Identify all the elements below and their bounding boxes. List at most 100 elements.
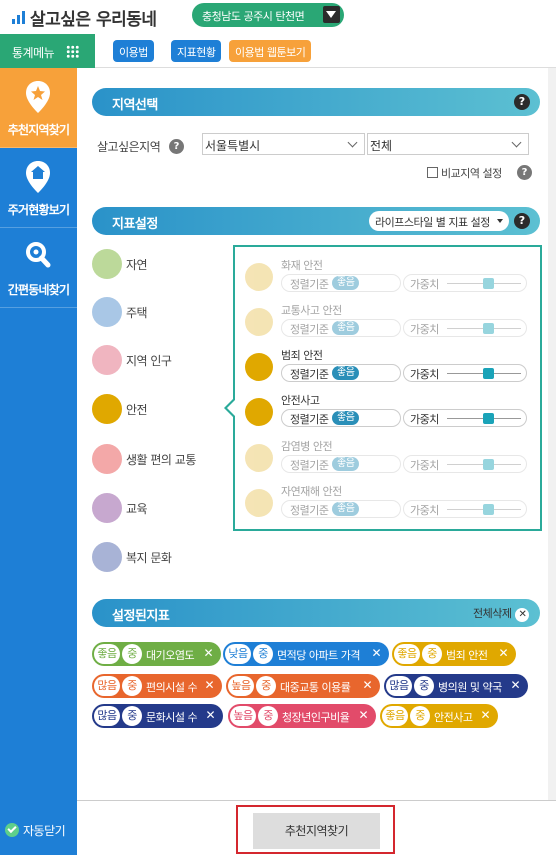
remove-tag-icon[interactable]: ✕ — [205, 708, 215, 722]
sidebar-item-easy-search[interactable]: 간편동네찾기 — [0, 228, 77, 308]
box-pointer-inner — [227, 399, 236, 417]
app-header: 살고싶은 우리동네 충청남도 공주시 탄천면 — [0, 0, 556, 34]
weight-label: 가중치 — [410, 459, 439, 472]
close-icon[interactable]: ✕ — [515, 608, 530, 622]
sidebar-item-recommend[interactable]: 추천지역찾기 — [0, 68, 77, 148]
good-pill[interactable]: 좋음 — [332, 502, 360, 516]
tag-name: 대기오염도 — [146, 649, 195, 662]
indicator-name: 자연재해 안전 — [281, 485, 342, 498]
province-select[interactable]: 서울특별시 — [202, 133, 365, 155]
remove-tag-icon[interactable]: ✕ — [204, 678, 214, 692]
how-to-use-button[interactable]: 이용법 — [113, 40, 154, 62]
sort-standard-label: 정렬기준 — [290, 323, 329, 336]
indicator-row[interactable]: 교통사고 안전 정렬기준 좋음 가중치 — [245, 302, 535, 347]
sort-standard-toggle[interactable]: 정렬기준 좋음 — [281, 319, 401, 337]
indicator-row[interactable]: 화재 안전 정렬기준 좋음 가중치 — [245, 257, 535, 302]
slider-knob[interactable] — [483, 504, 494, 515]
find-button-highlight: 추천지역찾기 — [236, 805, 395, 854]
good-pill[interactable]: 좋음 — [332, 321, 360, 335]
help-icon[interactable]: ? — [517, 165, 532, 180]
remove-tag-icon[interactable]: ✕ — [510, 678, 520, 692]
sort-standard-toggle[interactable]: 정렬기준 좋음 — [281, 500, 401, 518]
good-pill[interactable]: 좋음 — [332, 276, 360, 290]
sort-standard-label: 정렬기준 — [290, 504, 329, 517]
slider-knob[interactable] — [483, 323, 494, 334]
remove-tag-icon[interactable]: ✕ — [203, 646, 213, 660]
location-label: 충청남도 공주시 탄천면 — [202, 10, 305, 23]
selected-indicator-tag: 높음 중 대중교통 이용률 ✕ — [226, 674, 380, 698]
clear-all-button[interactable]: 전체삭제 ✕ — [473, 605, 530, 622]
category-label: 복지 문화 — [126, 551, 172, 565]
selected-section-title: 설정된지표 — [112, 609, 170, 624]
main-scrollbar[interactable] — [548, 68, 556, 800]
tag-name: 안전사고 — [434, 711, 473, 724]
help-icon[interactable]: ? — [169, 139, 184, 154]
indicator-icon — [245, 444, 273, 472]
caret-down-icon[interactable] — [323, 6, 340, 23]
tag-level: 많음 — [94, 706, 120, 726]
weight-slider[interactable]: 가중치 — [403, 319, 527, 337]
lifestyle-indicator-select[interactable]: 라이프스타일 별 지표 설정 — [369, 211, 509, 231]
compare-region-label: 비교지역 설정 — [441, 167, 502, 180]
weight-slider[interactable]: 가중치 — [403, 364, 527, 382]
slider-knob[interactable] — [483, 459, 494, 470]
selected-indicator-tag: 낮음 중 면적당 아파트 가격 ✕ — [223, 642, 389, 666]
tag-name: 문화시설 수 — [146, 711, 198, 724]
slider-knob[interactable] — [483, 368, 494, 379]
good-pill[interactable]: 좋음 — [332, 457, 360, 471]
checkbox-box[interactable] — [427, 167, 438, 178]
stats-menu-button[interactable]: 통계메뉴 — [0, 34, 95, 68]
selected-indicator-tag: 좋음 중 범죄 안전 ✕ — [392, 642, 516, 666]
weight-slider[interactable]: 가중치 — [403, 500, 527, 518]
selected-indicator-tag: 많음 중 편의시설 수 ✕ — [92, 674, 222, 698]
sort-standard-toggle[interactable]: 정렬기준 좋음 — [281, 364, 401, 382]
weight-slider[interactable]: 가중치 — [403, 274, 527, 292]
indicator-row[interactable]: 감염병 안전정렬기준 좋음 가중치 — [245, 438, 535, 483]
sort-standard-toggle[interactable]: 정렬기준 좋음 — [281, 274, 401, 292]
indicator-name: 감염병 안전 — [281, 440, 333, 453]
tag-name: 대중교통 이용률 — [280, 681, 351, 694]
selected-indicator-tag: 많음 중 병의원 및 약국 ✕ — [384, 674, 528, 698]
indicator-status-button[interactable]: 지표현황 — [171, 40, 222, 62]
remove-tag-icon[interactable]: ✕ — [358, 708, 368, 722]
remove-tag-icon[interactable]: ✕ — [498, 646, 508, 660]
tag-weight: 중 — [422, 644, 442, 664]
auto-close-toggle[interactable]: 자동닫기 — [5, 822, 66, 839]
find-recommended-button[interactable]: 추천지역찾기 — [253, 813, 380, 849]
sort-standard-toggle[interactable]: 정렬기준 좋음 — [281, 455, 401, 473]
compare-region-checkbox[interactable]: 비교지역 설정 — [427, 165, 502, 181]
auto-close-label: 자동닫기 — [23, 824, 66, 838]
indicator-icon — [245, 489, 273, 517]
check-circle-icon — [5, 823, 19, 837]
menu-bar: 통계메뉴 이용법 지표현황 이용법 웹툰보기 — [0, 34, 556, 68]
good-pill[interactable]: 좋음 — [332, 366, 360, 380]
indicator-icon — [245, 353, 273, 381]
weight-label: 가중치 — [410, 323, 439, 336]
webtoon-guide-button[interactable]: 이용법 웹툰보기 — [229, 40, 312, 62]
magnifier-icon — [26, 242, 51, 268]
slider-knob[interactable] — [483, 413, 494, 424]
tag-level: 좋음 — [394, 644, 420, 664]
tag-name: 면적당 아파트 가격 — [277, 649, 360, 662]
sort-standard-toggle[interactable]: 정렬기준 좋음 — [281, 409, 401, 427]
weight-label: 가중치 — [410, 278, 439, 291]
remove-tag-icon[interactable]: ✕ — [480, 708, 490, 722]
help-icon[interactable]: ? — [514, 213, 530, 229]
sidebar-item-housing[interactable]: 주거현황보기 — [0, 148, 77, 228]
selected-indicator-tag: 높음 중 청장년인구비율 ✕ — [228, 704, 376, 728]
help-icon[interactable]: ? — [514, 94, 530, 110]
district-select[interactable]: 전체 — [367, 133, 529, 155]
category-label: 지역 인구 — [126, 354, 172, 368]
weight-slider[interactable]: 가중치 — [403, 409, 527, 427]
tag-level: 좋음 — [382, 706, 408, 726]
weight-slider[interactable]: 가중치 — [403, 455, 527, 473]
remove-tag-icon[interactable]: ✕ — [362, 678, 372, 692]
location-selector[interactable]: 충청남도 공주시 탄천면 — [192, 3, 344, 27]
good-pill[interactable]: 좋음 — [332, 411, 360, 425]
remove-tag-icon[interactable]: ✕ — [371, 646, 381, 660]
indicator-row[interactable]: 안전사고 정렬기준 좋음 가중치 — [245, 392, 535, 437]
indicator-row[interactable]: 범죄 안전 정렬기준 좋음 가중치 — [245, 347, 535, 392]
indicator-row[interactable]: 자연재해 안전 정렬기준 좋음 가중치 — [245, 483, 535, 528]
slider-knob[interactable] — [483, 278, 494, 289]
sort-standard-label: 정렬기준 — [290, 459, 329, 472]
